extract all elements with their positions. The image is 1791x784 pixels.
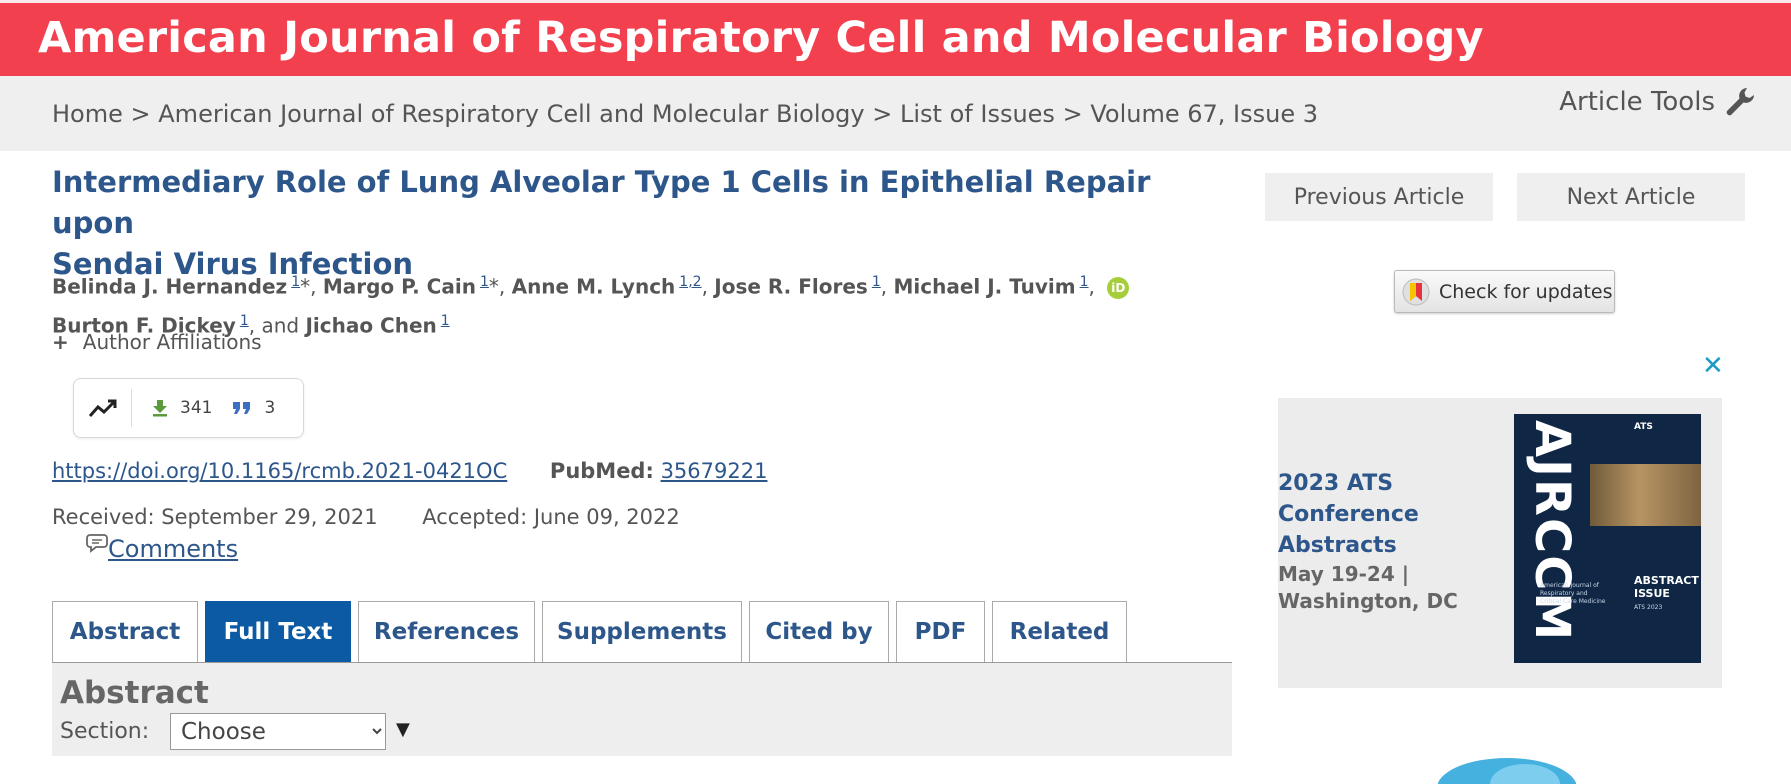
author-affiliations-label: Author Affiliations	[82, 330, 262, 354]
affiliation-ref[interactable]: 1	[240, 313, 249, 329]
breadcrumb-journal[interactable]: American Journal of Respiratory Cell and…	[158, 100, 864, 128]
cover-journal-name: American Journal of Respiratory and Crit…	[1540, 582, 1606, 605]
comments-link[interactable]: Comments	[86, 533, 238, 563]
check-for-updates-button[interactable]: Check for updates	[1394, 270, 1615, 313]
ad-event-info: May 19-24 | Washington, DC	[1278, 561, 1488, 615]
doi-link[interactable]: https://doi.org/10.1165/rcmb.2021-0421OC	[52, 459, 507, 483]
article-tools-label: Article Tools	[1559, 87, 1715, 117]
comment-bubble-icon	[86, 534, 108, 553]
ad-dates: May 19-24 |	[1278, 562, 1410, 586]
wrench-icon	[1726, 88, 1754, 116]
tab-cited-by[interactable]: Cited by	[749, 601, 889, 662]
tab-abstract[interactable]: Abstract	[52, 601, 198, 662]
download-icon	[153, 400, 167, 417]
section-select[interactable]: Choose	[170, 713, 386, 750]
section-label: Section:	[60, 719, 150, 744]
breadcrumb-separator: >	[1062, 100, 1083, 128]
previous-article-button[interactable]: Previous Article	[1265, 173, 1493, 221]
trending-up-icon[interactable]	[74, 389, 132, 427]
article-title-line1: Intermediary Role of Lung Alveolar Type …	[52, 165, 1151, 240]
section-go-arrow-icon[interactable]: ▼	[396, 719, 410, 740]
article-tabs: Abstract Full Text References Supplement…	[52, 601, 1134, 662]
breadcrumb-issues[interactable]: List of Issues	[900, 100, 1055, 128]
abstract-heading: Abstract	[60, 675, 209, 711]
pubmed-label: PubMed:	[549, 459, 654, 483]
breadcrumb-bar: Home > American Journal of Respiratory C…	[0, 76, 1791, 151]
breadcrumb: Home > American Journal of Respiratory C…	[52, 100, 1318, 128]
affiliation-ref[interactable]: 1	[872, 274, 881, 290]
cover-subtitle: ATS 2023	[1634, 604, 1663, 611]
author-name[interactable]: Belinda J. Hernandez	[52, 275, 287, 299]
cover-photo	[1590, 464, 1701, 526]
cover-brand: AJRCCM	[1524, 420, 1580, 643]
author-name[interactable]: Margo P. Cain	[323, 275, 476, 299]
breadcrumb-separator: >	[130, 100, 151, 128]
breadcrumb-volume[interactable]: Volume 67, Issue 3	[1090, 100, 1318, 128]
advertisement[interactable]: 2023 ATS Conference Abstracts May 19-24 …	[1278, 398, 1722, 688]
cover-issue-label: ABSTRACT ISSUE	[1634, 574, 1699, 600]
pubmed-link[interactable]: 35679221	[661, 459, 768, 483]
check-for-updates-label: Check for updates	[1439, 280, 1613, 303]
quote-icon	[233, 402, 251, 414]
tab-full-text[interactable]: Full Text	[205, 601, 351, 662]
affiliation-ref[interactable]: 1	[1080, 274, 1089, 290]
cover-publisher: ATS	[1634, 422, 1653, 432]
crossmark-icon	[1402, 278, 1430, 305]
author-affiliations-toggle[interactable]: + Author Affiliations	[52, 330, 262, 354]
tab-related[interactable]: Related	[992, 601, 1127, 662]
doi-row: https://doi.org/10.1165/rcmb.2021-0421OC…	[52, 459, 767, 483]
metrics-widget[interactable]: 341 3	[73, 378, 304, 438]
close-ad-icon[interactable]: ✕	[1702, 351, 1724, 381]
tab-pdf[interactable]: PDF	[896, 601, 985, 662]
breadcrumb-home[interactable]: Home	[52, 100, 123, 128]
author-name[interactable]: Jichao Chen	[305, 313, 436, 337]
affiliation-ref[interactable]: 1	[291, 274, 300, 290]
affiliation-ref[interactable]: 1	[441, 313, 450, 329]
ad-location: Washington, DC	[1278, 589, 1458, 613]
ad-headline[interactable]: 2023 ATS Conference Abstracts	[1278, 468, 1493, 561]
citations-count[interactable]: 3	[232, 398, 275, 418]
article-dates: Received: September 29, 2021 Accepted: J…	[52, 505, 680, 529]
affiliation-ref[interactable]: 1	[480, 274, 489, 290]
orcid-icon[interactable]: iD	[1107, 276, 1130, 299]
abstract-panel: Abstract Section: Choose ▼	[52, 663, 1232, 756]
author-name[interactable]: Jose R. Flores	[714, 275, 868, 299]
tab-references[interactable]: References	[358, 601, 535, 662]
authors-and: and	[261, 313, 300, 338]
downloads-count[interactable]: 341	[152, 398, 212, 418]
journal-banner: American Journal of Respiratory Cell and…	[0, 3, 1791, 76]
accepted-date: Accepted: June 09, 2022	[422, 505, 680, 529]
affiliation-ref[interactable]: 1,2	[679, 274, 701, 290]
next-article-button[interactable]: Next Article	[1517, 173, 1745, 221]
received-date: Received: September 29, 2021	[52, 505, 378, 529]
article-tools-button[interactable]: Article Tools	[1559, 85, 1757, 119]
author-name[interactable]: Michael J. Tuvim	[893, 275, 1075, 299]
journal-title[interactable]: American Journal of Respiratory Cell and…	[38, 13, 1484, 63]
comments-label[interactable]: Comments	[108, 535, 238, 563]
tab-supplements[interactable]: Supplements	[542, 601, 742, 662]
expand-plus-icon: +	[52, 330, 69, 354]
breadcrumb-separator: >	[872, 100, 893, 128]
author-name[interactable]: Anne M. Lynch	[512, 275, 676, 299]
journal-cover-image[interactable]: AJRCCM ATS American Journal of Respirato…	[1514, 414, 1701, 663]
